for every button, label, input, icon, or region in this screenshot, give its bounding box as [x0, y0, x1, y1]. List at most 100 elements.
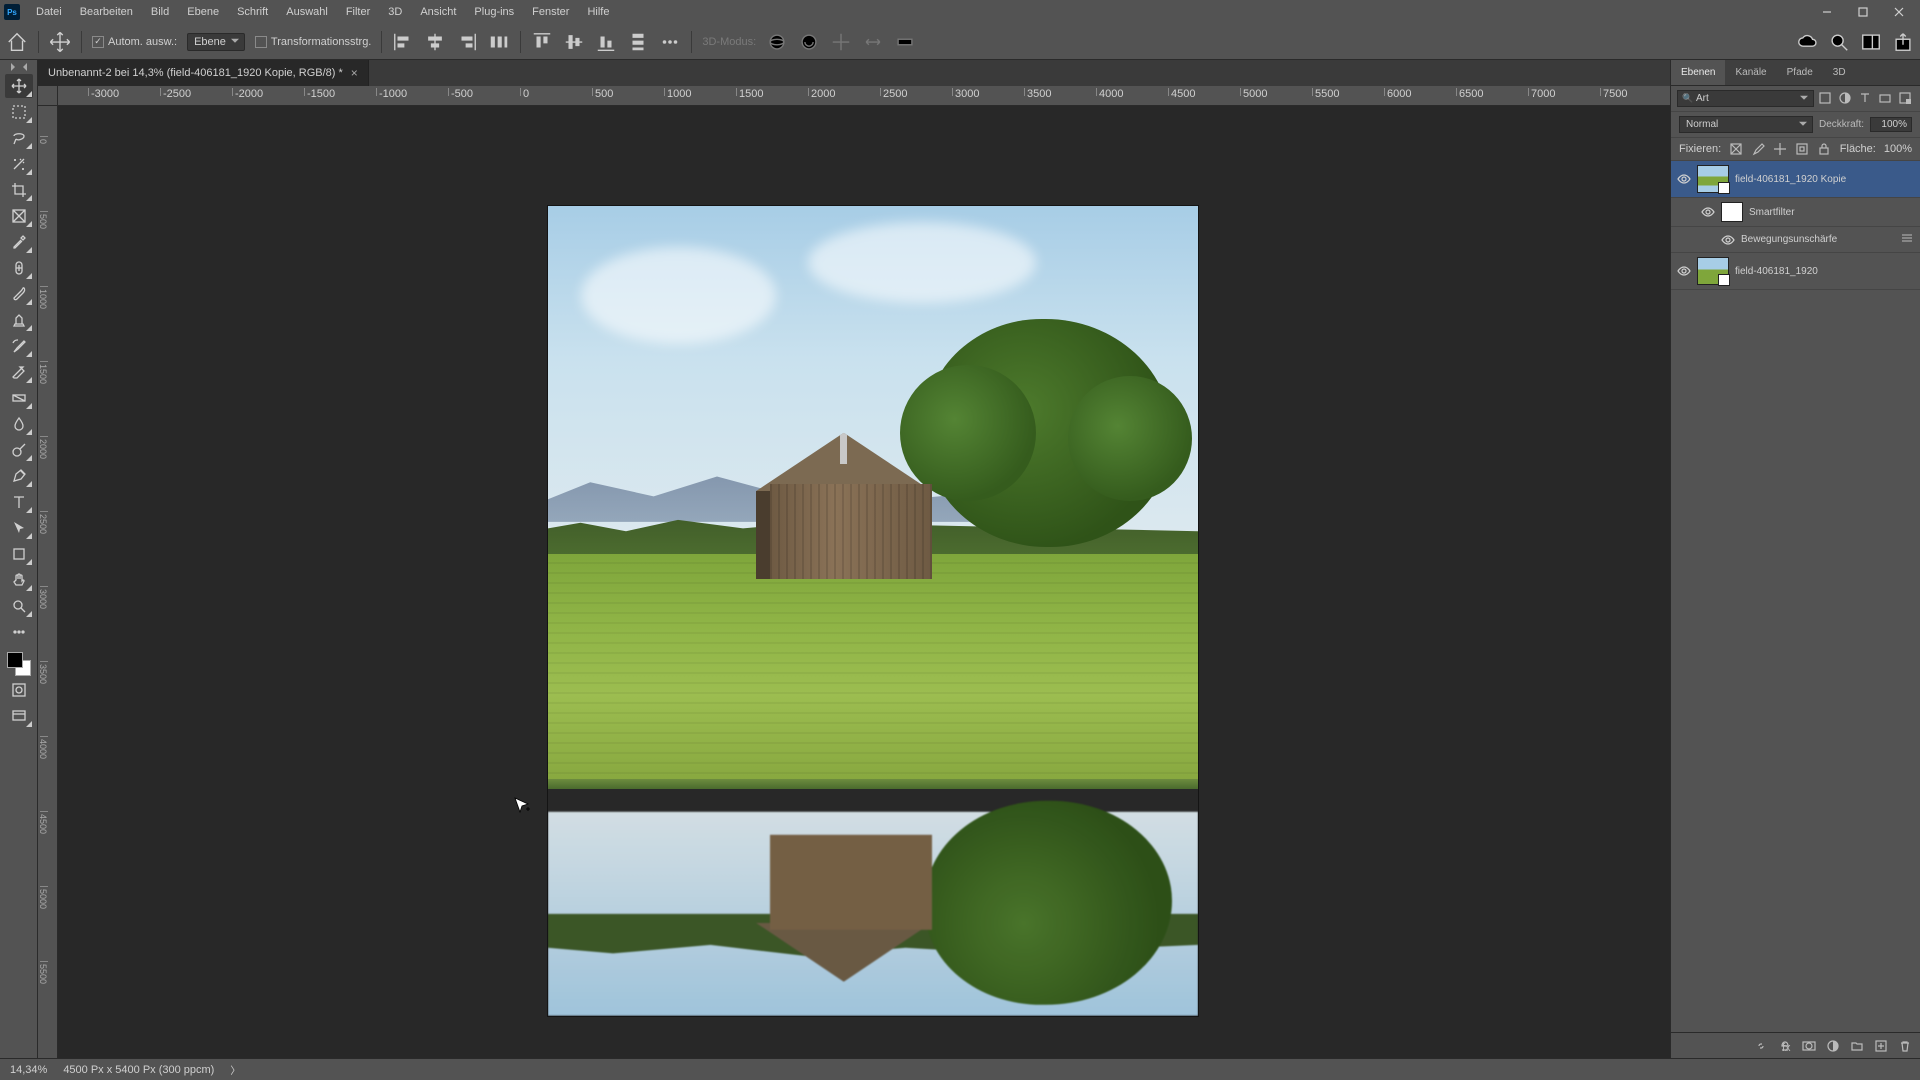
smart-filter-item[interactable]: Bewegungsunschärfe	[1671, 227, 1920, 253]
delete-layer-icon[interactable]	[1898, 1039, 1912, 1053]
layer-mask-icon[interactable]	[1802, 1039, 1816, 1053]
menu-bearbeiten[interactable]: Bearbeiten	[72, 2, 141, 22]
history-brush-tool[interactable]	[5, 334, 33, 358]
visibility-icon[interactable]	[1677, 172, 1691, 186]
cloud-docs-icon[interactable]	[1796, 31, 1818, 53]
align-center-v-icon[interactable]	[563, 31, 585, 53]
canvas[interactable]	[58, 106, 1670, 1058]
layer-row[interactable]: field-406181_1920	[1671, 253, 1920, 290]
menu-bild[interactable]: Bild	[143, 2, 177, 22]
menu-ansicht[interactable]: Ansicht	[412, 2, 464, 22]
layer-name[interactable]: field-406181_1920	[1735, 266, 1914, 277]
opacity-input[interactable]: 100%	[1870, 117, 1912, 132]
adjustment-layer-icon[interactable]	[1826, 1039, 1840, 1053]
menu-schrift[interactable]: Schrift	[229, 2, 276, 22]
auto-select-checkbox[interactable]: Autom. ausw.:	[92, 36, 177, 48]
lasso-tool[interactable]	[5, 126, 33, 150]
filter-mask-thumbnail[interactable]	[1721, 202, 1743, 222]
color-swatch[interactable]	[7, 652, 31, 676]
more-align-icon[interactable]	[659, 31, 681, 53]
lock-pixels-icon[interactable]	[1729, 142, 1743, 156]
distribute-h-icon[interactable]	[488, 31, 510, 53]
menu-filter[interactable]: Filter	[338, 2, 378, 22]
document-info[interactable]: 4500 Px x 5400 Px (300 ppcm)	[63, 1064, 214, 1076]
visibility-icon[interactable]	[1721, 233, 1735, 247]
close-tab-icon[interactable]: ×	[351, 66, 358, 80]
window-maximize-button[interactable]	[1846, 2, 1880, 22]
auto-select-target-dropdown[interactable]: Ebene	[187, 33, 245, 51]
dodge-tool[interactable]	[5, 438, 33, 462]
crop-tool[interactable]	[5, 178, 33, 202]
blur-tool[interactable]	[5, 412, 33, 436]
share-icon[interactable]	[1892, 31, 1914, 53]
hand-tool[interactable]	[5, 568, 33, 592]
visibility-icon[interactable]	[1701, 205, 1715, 219]
smart-filters-row[interactable]: Smartfilter	[1671, 198, 1920, 227]
tab-kanaele[interactable]: Kanäle	[1725, 60, 1776, 85]
zoom-level[interactable]: 14,34%	[10, 1064, 47, 1076]
tab-ebenen[interactable]: Ebenen	[1671, 60, 1725, 85]
layer-style-icon[interactable]: fx	[1778, 1039, 1792, 1053]
fill-input[interactable]: 100%	[1884, 143, 1912, 155]
link-layers-icon[interactable]	[1754, 1039, 1768, 1053]
lock-artboard-icon[interactable]	[1795, 142, 1809, 156]
type-tool[interactable]	[5, 490, 33, 514]
align-right-icon[interactable]	[456, 31, 478, 53]
align-center-h-icon[interactable]	[424, 31, 446, 53]
document-tab[interactable]: Unbenannt-2 bei 14,3% (field-406181_1920…	[38, 60, 369, 86]
tab-3d[interactable]: 3D	[1823, 60, 1856, 85]
search-icon[interactable]	[1828, 31, 1850, 53]
menu-plugins[interactable]: Plug-ins	[466, 2, 522, 22]
zoom-tool[interactable]	[5, 594, 33, 618]
layer-filter-kind-dropdown[interactable]: Art	[1677, 90, 1814, 107]
healing-brush-tool[interactable]	[5, 256, 33, 280]
blend-mode-dropdown[interactable]: Normal	[1679, 116, 1813, 133]
menu-fenster[interactable]: Fenster	[524, 2, 577, 22]
align-left-icon[interactable]	[392, 31, 414, 53]
align-bottom-icon[interactable]	[595, 31, 617, 53]
gradient-tool[interactable]	[5, 386, 33, 410]
pen-tool[interactable]	[5, 464, 33, 488]
brush-tool[interactable]	[5, 282, 33, 306]
frame-tool[interactable]	[5, 204, 33, 228]
layer-thumbnail[interactable]	[1697, 165, 1729, 193]
menu-auswahl[interactable]: Auswahl	[278, 2, 336, 22]
path-select-tool[interactable]	[5, 516, 33, 540]
marquee-tool[interactable]	[5, 100, 33, 124]
vertical-ruler[interactable]: 0500100015002000250030003500400045005000…	[38, 106, 58, 1058]
lock-all-icon[interactable]	[1817, 142, 1831, 156]
layer-name[interactable]: field-406181_1920 Kopie	[1735, 174, 1908, 185]
menu-ebene[interactable]: Ebene	[179, 2, 227, 22]
ruler-origin[interactable]	[38, 86, 58, 106]
layer-row[interactable]: field-406181_1920 Kopie	[1671, 161, 1920, 198]
shape-tool[interactable]	[5, 542, 33, 566]
filter-adjust-icon[interactable]	[1838, 91, 1854, 107]
eraser-tool[interactable]	[5, 360, 33, 384]
workspace-icon[interactable]	[1860, 31, 1882, 53]
menu-datei[interactable]: Datei	[28, 2, 70, 22]
window-close-button[interactable]	[1882, 2, 1916, 22]
home-icon[interactable]	[6, 31, 28, 53]
move-tool[interactable]	[5, 74, 33, 98]
layer-thumbnail[interactable]	[1697, 257, 1729, 285]
menu-hilfe[interactable]: Hilfe	[579, 2, 617, 22]
magic-wand-tool[interactable]	[5, 152, 33, 176]
visibility-icon[interactable]	[1677, 264, 1691, 278]
screen-mode-icon[interactable]	[5, 704, 33, 728]
filter-shape-icon[interactable]	[1878, 91, 1894, 107]
window-minimize-button[interactable]	[1810, 2, 1844, 22]
filter-pixel-icon[interactable]	[1818, 91, 1834, 107]
horizontal-ruler[interactable]: -3000-2500-2000-1500-1000-50005001000150…	[58, 86, 1670, 106]
edit-toolbar-icon[interactable]	[5, 620, 33, 644]
clone-stamp-tool[interactable]	[5, 308, 33, 332]
lock-paint-icon[interactable]	[1751, 142, 1765, 156]
new-group-icon[interactable]	[1850, 1039, 1864, 1053]
eyedropper-tool[interactable]	[5, 230, 33, 254]
align-top-icon[interactable]	[531, 31, 553, 53]
filter-type-icon[interactable]	[1858, 91, 1874, 107]
tab-pfade[interactable]: Pfade	[1777, 60, 1823, 85]
filter-smart-icon[interactable]	[1898, 91, 1914, 107]
filter-name[interactable]: Bewegungsunschärfe	[1741, 234, 1894, 245]
transform-controls-checkbox[interactable]: Transformationsstrg.	[255, 36, 371, 48]
filter-blend-icon[interactable]	[1900, 231, 1914, 248]
